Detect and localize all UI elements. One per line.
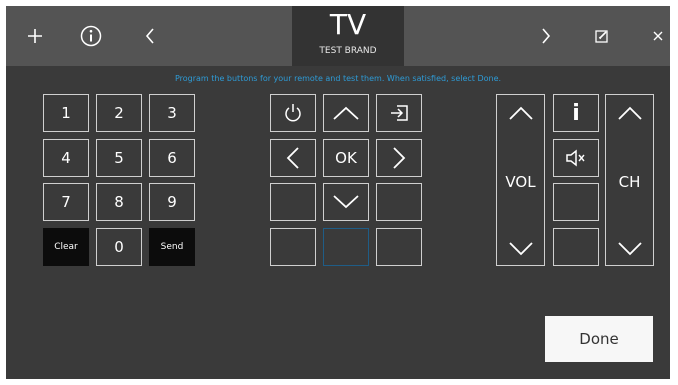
down-button[interactable]: [323, 183, 369, 221]
ok-button[interactable]: OK: [323, 139, 369, 177]
right-button[interactable]: [376, 139, 422, 177]
info-icon[interactable]: [76, 6, 106, 66]
chevron-left-icon: [286, 147, 299, 169]
empty-button[interactable]: [553, 183, 599, 221]
empty-button[interactable]: [376, 228, 422, 266]
up-button[interactable]: [323, 94, 369, 132]
chevron-up-icon: [508, 106, 533, 120]
info-label: i: [572, 100, 580, 126]
mute-button[interactable]: [553, 139, 599, 177]
edit-icon[interactable]: [590, 6, 614, 66]
digit-8-button[interactable]: 8: [96, 183, 142, 221]
empty-button-selected[interactable]: [323, 228, 369, 266]
remote-screen: TV TEST BRAND Program the buttons for yo…: [6, 6, 670, 379]
chevron-right-icon: [393, 147, 406, 169]
digit-2-button[interactable]: 2: [96, 94, 142, 132]
empty-button[interactable]: [270, 183, 316, 221]
digit-6-button[interactable]: 6: [149, 139, 195, 177]
chevron-up-icon: [333, 106, 359, 120]
send-button[interactable]: Send: [149, 228, 195, 266]
input-button[interactable]: [376, 94, 422, 132]
device-title: TV TEST BRAND: [292, 6, 404, 66]
channel-down-button[interactable]: [606, 241, 653, 257]
digit-5-button[interactable]: 5: [96, 139, 142, 177]
channel-label: CH: [618, 173, 641, 191]
digit-1-button[interactable]: 1: [43, 94, 89, 132]
power-icon: [285, 104, 301, 122]
chevron-up-icon: [617, 106, 642, 120]
chevron-right-icon[interactable]: [534, 6, 558, 66]
volume-down-button[interactable]: [497, 241, 544, 257]
info-button[interactable]: i: [553, 94, 599, 132]
empty-button[interactable]: [270, 228, 316, 266]
chevron-down-icon: [617, 242, 642, 256]
volume-label: VOL: [505, 173, 536, 191]
digit-0-button[interactable]: 0: [96, 228, 142, 266]
digit-3-button[interactable]: 3: [149, 94, 195, 132]
chevron-down-icon: [508, 242, 533, 256]
mute-icon: [566, 149, 585, 167]
empty-button[interactable]: [376, 183, 422, 221]
chevron-left-icon[interactable]: [138, 6, 162, 66]
channel-rocker[interactable]: CH: [605, 94, 654, 266]
volume-up-button[interactable]: [497, 105, 544, 121]
power-button[interactable]: [270, 94, 316, 132]
volume-rocker[interactable]: VOL: [496, 94, 545, 266]
top-bar: TV TEST BRAND: [6, 6, 670, 66]
input-source-icon: [391, 105, 408, 121]
instruction-text: Program the buttons for your remote and …: [174, 74, 502, 83]
close-icon[interactable]: [648, 6, 668, 66]
plus-icon[interactable]: [20, 6, 50, 66]
digit-4-button[interactable]: 4: [43, 139, 89, 177]
done-button[interactable]: Done: [545, 316, 653, 362]
device-brand: TEST BRAND: [319, 46, 377, 56]
digit-9-button[interactable]: 9: [149, 183, 195, 221]
digit-7-button[interactable]: 7: [43, 183, 89, 221]
channel-up-button[interactable]: [606, 105, 653, 121]
empty-button[interactable]: [553, 228, 599, 266]
device-type: TV: [329, 8, 367, 41]
chevron-down-icon: [333, 195, 359, 209]
left-button[interactable]: [270, 139, 316, 177]
clear-button[interactable]: Clear: [43, 228, 89, 266]
